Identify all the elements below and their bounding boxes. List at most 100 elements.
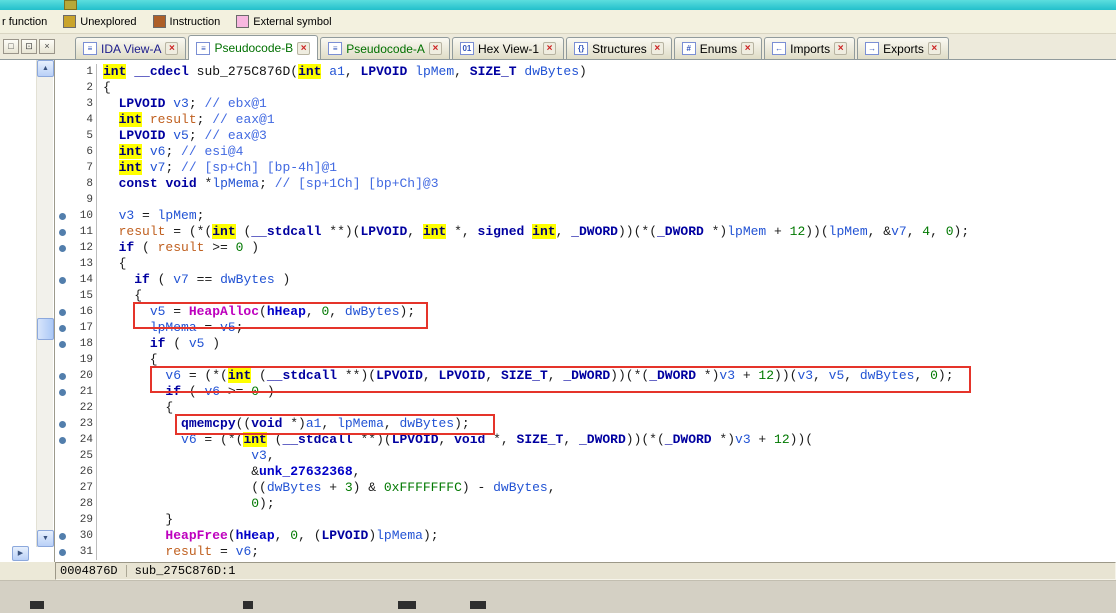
code-line[interactable]: 21 if ( v6 >= 0 ) bbox=[55, 384, 1116, 400]
code-line[interactable]: 31 result = v6; bbox=[55, 544, 1116, 560]
tab-close-icon[interactable]: × bbox=[741, 42, 755, 55]
code-line[interactable]: 27 ((dwBytes + 3) & 0xFFFFFFFC) - dwByte… bbox=[55, 480, 1116, 496]
legend-color-swatch bbox=[152, 15, 166, 28]
code-text: LPVOID v3; // ebx@1 bbox=[96, 96, 267, 112]
code-line[interactable]: 2{ bbox=[55, 80, 1116, 96]
line-number: 10 bbox=[79, 210, 93, 222]
ida-view-icon: ≡ bbox=[83, 42, 97, 55]
tab-close-icon[interactable]: × bbox=[650, 42, 664, 55]
line-number: 26 bbox=[79, 466, 93, 478]
arrow-up-icon: ▲ bbox=[42, 65, 49, 72]
line-marker-empty bbox=[55, 144, 69, 160]
code-line[interactable]: 4 int result; // eax@1 bbox=[55, 112, 1116, 128]
status-address: 0004876D bbox=[60, 564, 118, 578]
code-line[interactable]: 24 v6 = (*(int (__stdcall **)(LPVOID, vo… bbox=[55, 432, 1116, 448]
code-line[interactable]: 20 v6 = (*(int (__stdcall **)(LPVOID, LP… bbox=[55, 368, 1116, 384]
code-text: result = v6; bbox=[96, 544, 259, 560]
code-line[interactable]: 3 LPVOID v3; // ebx@1 bbox=[55, 96, 1116, 112]
tab-close-icon[interactable]: × bbox=[297, 41, 311, 55]
code-line[interactable]: 18 if ( v5 ) bbox=[55, 336, 1116, 352]
code-text: int v7; // [sp+Ch] [bp-4h]@1 bbox=[96, 160, 337, 176]
legend-item: Unexplored bbox=[63, 15, 137, 28]
code-text: ((dwBytes + 3) & 0xFFFFFFFC) - dwBytes, bbox=[96, 480, 556, 496]
code-line[interactable]: 25 v3, bbox=[55, 448, 1116, 464]
tab-ida-view-a[interactable]: ≡ IDA View-A × bbox=[75, 37, 187, 59]
code-line[interactable]: 15 { bbox=[55, 288, 1116, 304]
tab-enums[interactable]: # Enums × bbox=[673, 37, 763, 59]
code-text: { bbox=[96, 256, 126, 272]
tab-close-icon[interactable]: × bbox=[834, 42, 848, 55]
scrollbar-thumb[interactable] bbox=[37, 318, 54, 340]
scroll-right-button[interactable]: ▶ bbox=[12, 546, 29, 561]
code-line[interactable]: 9 bbox=[55, 192, 1116, 208]
code-line[interactable]: 23 qmemcpy((void *)a1, lpMema, dwBytes); bbox=[55, 416, 1116, 432]
code-line[interactable]: 22 { bbox=[55, 400, 1116, 416]
arrow-right-icon: ▶ bbox=[17, 550, 24, 557]
code-line[interactable]: 6 int v6; // esi@4 bbox=[55, 144, 1116, 160]
tab-label: Structures bbox=[592, 41, 647, 56]
pane-controls: □ ⊡ × bbox=[3, 39, 55, 54]
code-line[interactable]: 14 if ( v7 == dwBytes ) bbox=[55, 272, 1116, 288]
line-marker-empty bbox=[55, 96, 69, 112]
tab-pseudocode-b[interactable]: ≡ Pseudocode-B × bbox=[188, 35, 319, 60]
code-text: 0); bbox=[96, 496, 275, 512]
tab-close-icon[interactable]: × bbox=[927, 42, 941, 55]
line-marker-empty bbox=[55, 256, 69, 272]
code-line[interactable]: 7 int v7; // [sp+Ch] [bp-4h]@1 bbox=[55, 160, 1116, 176]
code-line[interactable]: 8 const void *lpMema; // [sp+1Ch] [bp+Ch… bbox=[55, 176, 1116, 192]
line-marker-dot bbox=[55, 224, 69, 240]
code-line[interactable]: 29 } bbox=[55, 512, 1116, 528]
code-text: v6 = (*(int (__stdcall **)(LPVOID, LPVOI… bbox=[96, 368, 954, 384]
float-window-button[interactable]: ⊡ bbox=[21, 39, 37, 54]
horizontal-scrollbar[interactable]: ▶ bbox=[12, 546, 29, 561]
code-text: if ( v5 ) bbox=[96, 336, 220, 352]
imports-icon: ← bbox=[772, 42, 787, 55]
vertical-scrollbar[interactable]: ▲ ▼ bbox=[36, 60, 54, 547]
code-line[interactable]: 30 HeapFree(hHeap, 0, (LPVOID)lpMema); bbox=[55, 528, 1116, 544]
code-line[interactable]: 28 0); bbox=[55, 496, 1116, 512]
code-text: int result; // eax@1 bbox=[96, 112, 275, 128]
enums-icon: # bbox=[681, 42, 696, 55]
scroll-up-button[interactable]: ▲ bbox=[37, 60, 54, 77]
line-marker-empty bbox=[55, 112, 69, 128]
tab-structures[interactable]: {} Structures × bbox=[566, 37, 672, 59]
tab-hex-view-1[interactable]: 01 Hex View-1 × bbox=[451, 37, 565, 59]
line-marker-dot bbox=[55, 240, 69, 256]
pseudocode-window[interactable]: 1 int __cdecl sub_275C876D(int a1, LPVOID… bbox=[55, 60, 1116, 562]
code-text: lpMema = v5; bbox=[96, 320, 243, 336]
code-text: HeapFree(hHeap, 0, (LPVOID)lpMema); bbox=[96, 528, 439, 544]
line-marker-empty bbox=[55, 80, 69, 96]
code-line[interactable]: 19 { bbox=[55, 352, 1116, 368]
code-line[interactable]: 17 lpMema = v5; bbox=[55, 320, 1116, 336]
code-line[interactable]: 13 { bbox=[55, 256, 1116, 272]
line-number: 31 bbox=[79, 546, 93, 558]
tab-close-icon[interactable]: × bbox=[165, 42, 179, 55]
code-line[interactable]: 1 int __cdecl sub_275C876D(int a1, LPVOID… bbox=[55, 64, 1116, 80]
line-number: 23 bbox=[79, 418, 93, 430]
tab-pseudocode-a[interactable]: ≡ Pseudocode-A × bbox=[320, 37, 450, 59]
code-text: if ( v7 == dwBytes ) bbox=[96, 272, 290, 288]
line-marker-empty bbox=[55, 512, 69, 528]
scroll-down-button[interactable]: ▼ bbox=[37, 530, 54, 547]
code-line[interactable]: 26 &unk_27632368, bbox=[55, 464, 1116, 480]
tab-imports[interactable]: ← Imports × bbox=[764, 37, 856, 59]
breakpoint-dot-icon bbox=[58, 324, 66, 332]
tab-close-icon[interactable]: × bbox=[543, 42, 557, 55]
status-location: sub_275C876D:1 bbox=[134, 564, 236, 578]
legend-item: Instruction bbox=[152, 15, 220, 28]
code-line[interactable]: 16 v5 = HeapAlloc(hHeap, 0, dwBytes); bbox=[55, 304, 1116, 320]
tab-exports[interactable]: → Exports × bbox=[857, 37, 949, 59]
tab-close-icon[interactable]: × bbox=[428, 42, 442, 55]
code-line[interactable]: 5 LPVOID v5; // eax@3 bbox=[55, 128, 1116, 144]
line-marker-empty bbox=[55, 448, 69, 464]
line-marker-dot bbox=[55, 336, 69, 352]
code-line[interactable]: 10 v3 = lpMem; bbox=[55, 208, 1116, 224]
code-line[interactable]: 11 result = (*(int (__stdcall **)(LPVOID… bbox=[55, 224, 1116, 240]
close-pane-button[interactable]: × bbox=[39, 39, 55, 54]
line-marker-empty bbox=[55, 160, 69, 176]
code-area[interactable]: 1 int __cdecl sub_275C876D(int a1, LPVOID… bbox=[55, 60, 1116, 562]
line-marker-empty bbox=[55, 128, 69, 144]
dock-window-button[interactable]: □ bbox=[3, 39, 19, 54]
dock-icon: □ bbox=[8, 41, 14, 51]
code-line[interactable]: 12 if ( result >= 0 ) bbox=[55, 240, 1116, 256]
